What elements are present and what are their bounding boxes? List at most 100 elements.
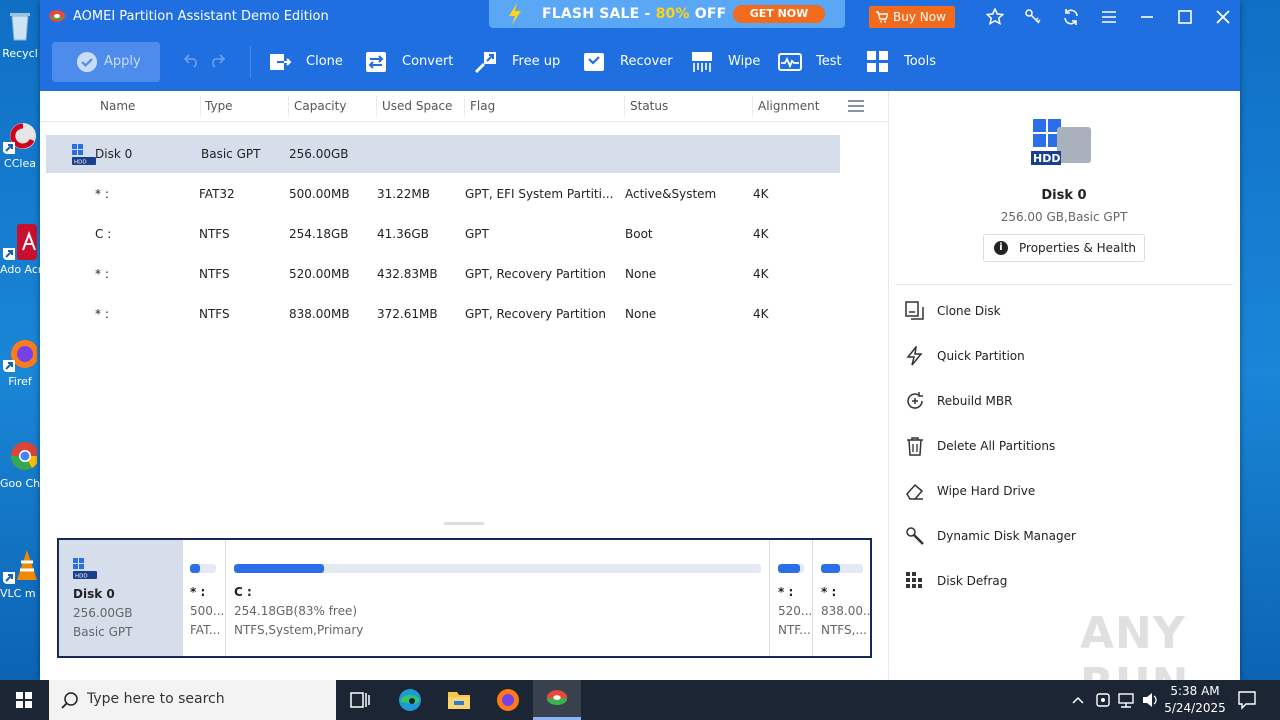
windows-start-icon[interactable] (0, 680, 48, 720)
task-view-icon[interactable] (336, 680, 384, 720)
edge-icon[interactable] (386, 680, 434, 720)
partition-block-c[interactable]: C : 254.18GB(83% free) NTFS,System,Prima… (225, 540, 769, 656)
desktop-icon-chrome[interactable]: Goo Chro (0, 438, 40, 491)
refresh-icon[interactable] (1062, 8, 1080, 26)
toolbar-convert[interactable]: Convert (364, 46, 454, 78)
table-row[interactable]: C : NTFS 254.18GB 41.36GB GPT Boot 4K (46, 215, 840, 253)
partition-fs: NTF... (778, 623, 811, 637)
desktop-icon-vlc[interactable]: VLC m play (0, 548, 40, 601)
cell-status: Active&System (625, 187, 717, 201)
trash-icon (907, 437, 923, 456)
table-row[interactable]: * : NTFS 520.00MB 432.83MB GPT, Recovery… (46, 255, 840, 293)
column-header-status[interactable]: Status (630, 99, 668, 113)
main-toolbar: Apply Clone Convert Free up Recover Wipe… (40, 34, 1240, 91)
svg-text:HDD: HDD (74, 160, 87, 166)
toolbar-recover[interactable]: Recover (582, 46, 673, 78)
table-row-disk[interactable]: HDD Disk 0 Basic GPT 256.00GB (46, 135, 840, 173)
disk-map-disk-name: Disk 0 (73, 587, 115, 601)
toolbar-free-up[interactable]: Free up (474, 46, 564, 78)
column-header-capacity[interactable]: Capacity (294, 99, 346, 113)
cell-capacity: 254.18GB (289, 227, 349, 241)
disk-map-disk[interactable]: HDD Disk 0 256.00GB Basic GPT (59, 540, 182, 656)
firefox-icon (3, 340, 37, 372)
key-icon[interactable] (1024, 8, 1042, 26)
column-header-flag[interactable]: Flag (470, 99, 495, 113)
apply-button[interactable]: Apply (52, 42, 160, 82)
recycle-bin-icon (10, 13, 30, 41)
clock-date: 5/24/2025 (1164, 701, 1226, 715)
column-settings-icon[interactable] (848, 99, 864, 113)
column-separator (752, 96, 753, 116)
desktop-icon-ccleaner[interactable]: CClea (0, 118, 40, 171)
column-header-type[interactable]: Type (205, 99, 233, 113)
info-icon: i (994, 241, 1008, 255)
usage-fill (821, 564, 840, 573)
properties-health-button[interactable]: i Properties & Health (983, 234, 1145, 262)
desktop-icon-label: CClea (4, 157, 36, 170)
maximize-icon[interactable] (1176, 8, 1194, 26)
toolbar-tools[interactable]: Tools (866, 46, 936, 78)
op-label: Disk Defrag (937, 574, 1008, 588)
firefox-icon[interactable] (484, 680, 532, 720)
taskbar-search-box[interactable]: Type here to search (49, 680, 336, 720)
cell-alignment: 4K (753, 307, 769, 321)
taskbar-clock[interactable]: 5:38 AM 5/24/2025 (1160, 683, 1230, 717)
toolbar-wipe[interactable]: Wipe (690, 46, 760, 78)
file-explorer-icon[interactable] (435, 680, 483, 720)
window-title: AOMEI Partition Assistant Demo Edition (73, 9, 329, 24)
desktop-icon-recycle-bin[interactable]: Recycl (0, 8, 40, 61)
column-header-name[interactable]: Name (100, 99, 135, 113)
redo-icon[interactable] (208, 52, 226, 68)
desktop-icon-firefox[interactable]: Firef (0, 336, 40, 389)
get-now-button[interactable]: GET NOW (733, 5, 825, 23)
cell-capacity: 256.00GB (289, 147, 349, 161)
star-icon[interactable] (986, 8, 1004, 26)
cell-flag: GPT, Recovery Partition (465, 307, 606, 321)
hdd-icon: HDD (1031, 119, 1091, 165)
toolbar-test[interactable]: Test (778, 46, 848, 78)
desktop-icon-label: Recycl (2, 47, 38, 60)
cell-capacity: 838.00MB (289, 307, 350, 321)
lightning-icon (906, 346, 923, 366)
network-icon[interactable] (1116, 680, 1136, 720)
app-window: AOMEI Partition Assistant Demo Edition F… (40, 0, 1240, 710)
partition-block[interactable]: * : 838.00... NTFS,... (812, 540, 870, 656)
table-row[interactable]: * : NTFS 838.00MB 372.61MB GPT, Recovery… (46, 295, 840, 333)
usage-bar (778, 564, 804, 573)
defrag-icon (906, 572, 922, 588)
usage-bar (821, 564, 863, 573)
search-icon (61, 692, 78, 709)
column-header-used-space[interactable]: Used Space (382, 99, 452, 113)
table-row[interactable]: * : FAT32 500.00MB 31.22MB GPT, EFI Syst… (46, 175, 840, 213)
aomei-taskbar-icon[interactable] (533, 680, 581, 720)
column-header-alignment[interactable]: Alignment (758, 99, 819, 113)
aomei-logo-icon (49, 10, 65, 22)
partition-block[interactable]: * : 500.... FAT... (182, 540, 225, 656)
undo-icon[interactable] (183, 52, 201, 68)
notifications-icon[interactable] (1236, 680, 1258, 720)
volume-icon[interactable] (1140, 680, 1160, 720)
buy-now-button[interactable]: Buy Now (869, 6, 955, 28)
disk-map-disk-size: 256.00GB (73, 606, 133, 620)
cell-type: NTFS (199, 307, 230, 321)
chevron-up-icon[interactable] (1070, 680, 1086, 720)
desktop-icon-acrobat[interactable]: Ado Acro (0, 224, 40, 277)
partition-fs: NTFS,System,Primary (234, 623, 364, 637)
menu-icon[interactable] (1100, 8, 1118, 26)
toolbar-label: Free up (512, 54, 561, 69)
close-icon[interactable] (1214, 8, 1232, 26)
disk-icon: HDD (72, 144, 96, 166)
toolbar-clone[interactable]: Clone (268, 46, 348, 78)
meet-now-icon[interactable] (1094, 680, 1112, 720)
pane-splitter[interactable] (444, 522, 484, 525)
convert-icon (366, 52, 386, 72)
flash-sale-banner[interactable]: FLASH SALE - 80% OFF GET NOW (489, 0, 845, 28)
partition-fs: FAT... (190, 623, 221, 637)
op-label: Clone Disk (937, 304, 1001, 318)
operations-panel: HDD Disk 0 256.00 GB,Basic GPT i Propert… (888, 91, 1240, 680)
partition-block[interactable]: * : 520.... NTF... (769, 540, 812, 656)
column-separator (376, 96, 377, 116)
cell-status: Boot (625, 227, 653, 241)
cell-alignment: 4K (753, 227, 769, 241)
minimize-icon[interactable] (1138, 8, 1156, 26)
